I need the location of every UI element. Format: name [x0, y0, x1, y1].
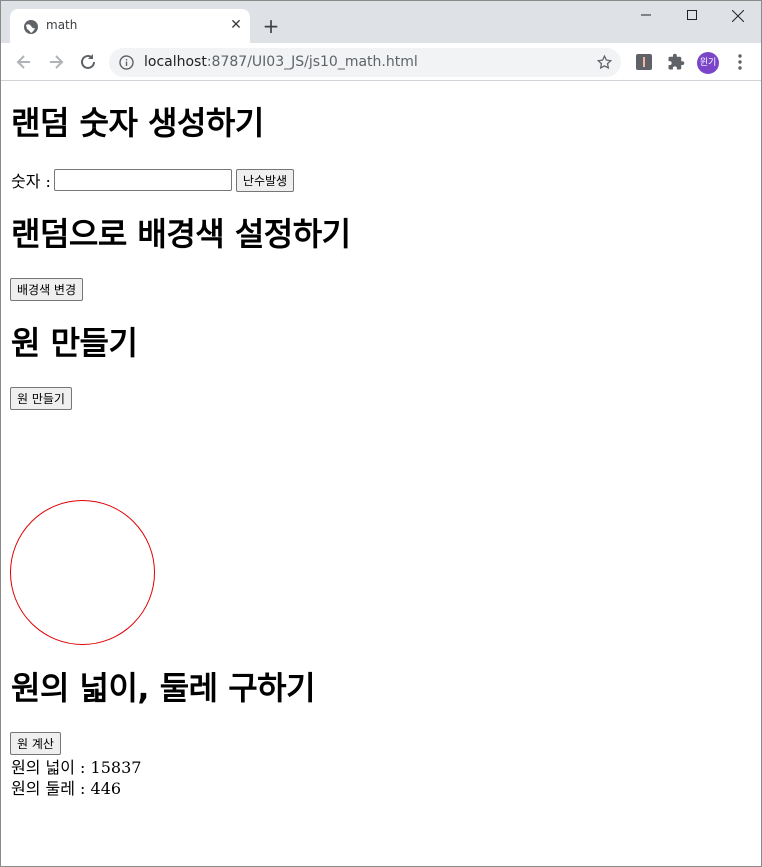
make-circle-button[interactable]: 원 만들기: [10, 387, 72, 410]
circle-calc-heading: 원의 넓이, 둘레 구하기: [11, 669, 316, 707]
browser-toolbar: localhost:8787/UI03_JS/js10_math.html 윈기: [1, 43, 761, 81]
page-content: 랜덤 숫자 생성하기 숫자 : 난수발생 랜덤으로 배경색 설정하기 배경색 변…: [2, 82, 762, 867]
browser-window: math ✕ + localhost:8787/UI03_JS/js10_mat…: [0, 0, 762, 867]
random-bg-heading: 랜덤으로 배경색 설정하기: [11, 215, 351, 253]
url-host: localhost: [144, 54, 207, 70]
make-circle-heading: 원 만들기: [11, 324, 138, 362]
close-window-button[interactable]: [715, 1, 761, 31]
url-text: localhost:8787/UI03_JS/js10_math.html: [144, 54, 418, 70]
new-tab-button[interactable]: +: [260, 15, 282, 37]
back-icon[interactable]: [13, 51, 35, 73]
more-menu-icon[interactable]: [733, 53, 747, 71]
number-label: 숫자 :: [11, 172, 51, 191]
puzzle-icon[interactable]: [667, 53, 685, 71]
random-number-heading: 랜덤 숫자 생성하기: [11, 104, 264, 142]
url-path: :8787/UI03_JS/js10_math.html: [206, 54, 418, 70]
circle-area-result: 원의 넓이 : 15837: [11, 758, 142, 777]
tab-math[interactable]: math ✕: [10, 9, 250, 43]
tab-close-icon[interactable]: ✕: [228, 17, 244, 33]
maximize-button[interactable]: [669, 1, 715, 31]
tab-strip: math ✕ +: [1, 1, 761, 43]
calc-circle-button[interactable]: 원 계산: [10, 732, 61, 755]
address-bar[interactable]: localhost:8787/UI03_JS/js10_math.html: [109, 48, 621, 77]
bookmark-star-icon[interactable]: [596, 54, 613, 71]
info-icon[interactable]: [119, 55, 134, 70]
close-icon: [731, 9, 745, 23]
random-generate-button[interactable]: 난수발생: [235, 168, 295, 192]
maximize-icon: [687, 10, 697, 20]
drawn-circle: [10, 500, 155, 645]
globe-icon: [24, 20, 38, 34]
minimize-button[interactable]: [623, 1, 669, 31]
random-number-row: 숫자 : 난수발생: [11, 168, 295, 192]
forward-icon[interactable]: [45, 51, 67, 73]
minimize-icon: [641, 14, 651, 16]
extension-icon[interactable]: [635, 53, 653, 71]
tab-title: math: [46, 18, 78, 32]
circle-perimeter-result: 원의 둘레 : 446: [11, 779, 122, 798]
change-bg-button[interactable]: 배경색 변경: [10, 278, 84, 301]
profile-avatar[interactable]: 윈기: [697, 52, 719, 74]
reload-icon[interactable]: [77, 51, 99, 73]
number-input[interactable]: [53, 169, 232, 191]
